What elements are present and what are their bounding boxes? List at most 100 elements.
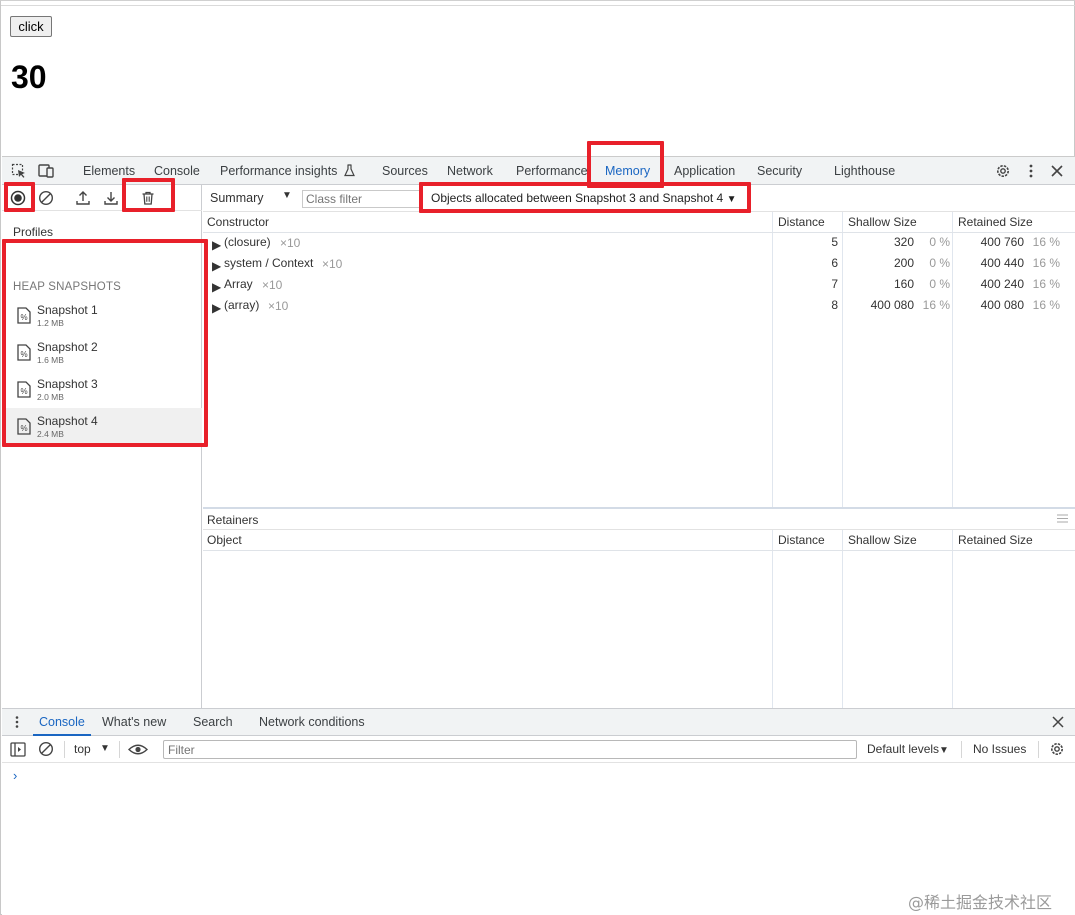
log-levels-label: Default levels: [867, 742, 940, 756]
close-drawer-icon[interactable]: [1051, 715, 1065, 729]
close-devtools-icon[interactable]: [1049, 163, 1065, 179]
more-options-icon[interactable]: [1023, 163, 1039, 179]
snapshot-item-3[interactable]: % Snapshot 3 2.0 MB: [2, 371, 202, 407]
profiles-label: Profiles: [13, 225, 54, 239]
toolbar-separator: [64, 741, 65, 758]
device-toolbar-icon[interactable]: [38, 163, 54, 179]
expand-arrow-icon[interactable]: ▶: [212, 259, 221, 273]
col-shallow-size[interactable]: Shallow Size: [848, 530, 917, 550]
context-select[interactable]: top: [74, 742, 91, 756]
record-icon[interactable]: [10, 190, 26, 206]
expand-arrow-icon[interactable]: ▶: [212, 238, 221, 252]
objects-range-select[interactable]: Objects allocated between Snapshot 3 and…: [431, 191, 736, 205]
shallow-size-value: 160: [893, 277, 914, 291]
console-toolbar: top ▼ Default levels▼ No Issues: [2, 736, 1075, 763]
tab-performance-insights[interactable]: Performance insights: [220, 157, 355, 185]
snapshot-item-4[interactable]: % Snapshot 4 2.4 MB: [2, 408, 202, 444]
console-drawer: Console What's new Search Network condit…: [2, 708, 1075, 915]
browser-page: click 30 Elements Console Performance in…: [0, 0, 1075, 915]
settings-gear-icon[interactable]: [995, 163, 1011, 179]
header-divider: [203, 550, 1075, 551]
expand-arrow-icon[interactable]: ▶: [212, 280, 221, 294]
drawer-tab-network-conditions[interactable]: Network conditions: [259, 709, 365, 736]
snapshot-toolbar: Summary ▼ Objects allocated between Snap…: [203, 185, 1075, 212]
snapshot-file-icon: %: [17, 307, 31, 324]
clear-all-icon[interactable]: [38, 190, 54, 206]
tab-memory[interactable]: Memory: [605, 157, 651, 185]
console-prompt-icon[interactable]: ›: [13, 768, 17, 783]
context-caret-icon[interactable]: ▼: [100, 743, 110, 754]
snapshot-size: 1.6 MB: [37, 355, 64, 365]
snapshot-view: Summary ▼ Objects allocated between Snap…: [203, 185, 1075, 709]
drawer-menu-icon[interactable]: [11, 715, 23, 729]
click-button[interactable]: click: [10, 16, 52, 37]
tab-performance[interactable]: Performance: [516, 157, 588, 185]
table-row[interactable]: ▶ system / Context ×10 6 200 0 % 400 440…: [203, 253, 1075, 274]
distance-value: 8: [831, 298, 838, 312]
snapshot-file-icon: %: [17, 344, 31, 361]
svg-text:%: %: [21, 387, 28, 396]
retained-size-pct: 16 %: [1032, 298, 1060, 312]
drawer-tab-search[interactable]: Search: [193, 709, 233, 736]
col-constructor[interactable]: Constructor: [207, 212, 269, 232]
snapshot-item-1[interactable]: % Snapshot 1 1.2 MB: [2, 297, 202, 333]
shallow-size-pct: 16 %: [922, 298, 950, 312]
tab-console[interactable]: Console: [154, 157, 200, 185]
col-distance[interactable]: Distance: [778, 530, 825, 550]
inspect-element-icon[interactable]: [11, 163, 27, 179]
live-expression-eye-icon[interactable]: [128, 743, 148, 756]
snapshot-name: Snapshot 1: [37, 303, 98, 317]
constructor-name: (closure): [224, 235, 271, 249]
objects-range-label: Objects allocated between Snapshot 3 and…: [431, 191, 724, 205]
objects-range-caret-icon: ▼: [726, 194, 737, 205]
sidebar-toggle-icon[interactable]: [10, 742, 26, 757]
shallow-size-pct: 0 %: [929, 277, 950, 291]
devtools-tabbar: Elements Console Performance insights So…: [2, 157, 1075, 185]
expand-arrow-icon[interactable]: ▶: [212, 301, 221, 315]
log-levels-select[interactable]: Default levels▼: [867, 742, 949, 756]
retainers-grid: Object Distance Shallow Size Retained Si…: [203, 529, 1075, 709]
col-distance[interactable]: Distance: [778, 212, 825, 232]
drawer-tab-console[interactable]: Console: [33, 709, 91, 736]
drawer-tabbar: Console What's new Search Network condit…: [2, 709, 1075, 736]
toolbar-separator: [119, 741, 120, 758]
tab-security[interactable]: Security: [757, 157, 802, 185]
top-divider: [1, 5, 1075, 6]
col-object[interactable]: Object: [207, 530, 242, 550]
col-retained-size[interactable]: Retained Size: [958, 212, 1033, 232]
instance-count: ×10: [280, 236, 301, 250]
console-settings-gear-icon[interactable]: [1049, 741, 1065, 757]
tab-sources[interactable]: Sources: [382, 157, 428, 185]
retainers-title: Retainers: [207, 513, 259, 527]
console-filter-input[interactable]: [163, 740, 857, 759]
clear-console-icon[interactable]: [38, 741, 54, 757]
tab-lighthouse[interactable]: Lighthouse: [834, 157, 895, 185]
tab-elements[interactable]: Elements: [83, 157, 135, 185]
class-filter-input[interactable]: [302, 190, 422, 208]
delete-trash-icon[interactable]: [140, 190, 156, 206]
view-select-caret-icon[interactable]: ▼: [282, 190, 292, 201]
retainers-splitter[interactable]: [203, 507, 1075, 509]
col-retained-size[interactable]: Retained Size: [958, 530, 1033, 550]
retained-size-value: 400 080: [980, 298, 1024, 312]
col-shallow-size[interactable]: Shallow Size: [848, 212, 917, 232]
constructor-name: system / Context: [224, 256, 314, 270]
save-profile-icon[interactable]: [103, 190, 119, 206]
snapshot-name: Snapshot 4: [37, 414, 98, 428]
drawer-tab-whats-new[interactable]: What's new: [102, 709, 166, 736]
distance-value: 6: [831, 256, 838, 270]
table-row[interactable]: ▶ (array) ×10 8 400 080 16 % 400 080 16 …: [203, 295, 1075, 316]
issues-counter[interactable]: No Issues: [973, 742, 1026, 756]
drag-handle-icon[interactable]: [1057, 514, 1068, 523]
snapshot-item-2[interactable]: % Snapshot 2 1.6 MB: [2, 334, 202, 370]
load-profile-icon[interactable]: [75, 190, 91, 206]
tab-application[interactable]: Application: [674, 157, 735, 185]
distance-value: 7: [831, 277, 838, 291]
table-row[interactable]: ▶ Array ×10 7 160 0 % 400 240 16 %: [203, 274, 1075, 295]
table-row[interactable]: ▶ (closure) ×10 5 320 0 % 400 760 16 %: [203, 232, 1075, 253]
snapshot-size: 1.2 MB: [37, 318, 64, 328]
tab-network[interactable]: Network: [447, 157, 493, 185]
instance-count: ×10: [262, 278, 283, 292]
toolbar-separator: [1038, 741, 1039, 758]
view-select[interactable]: Summary: [210, 191, 263, 205]
